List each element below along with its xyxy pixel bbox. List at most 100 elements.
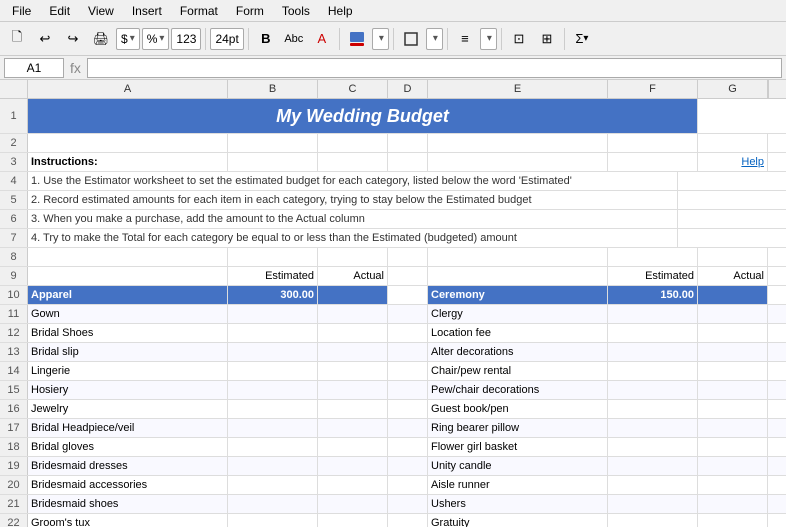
cell-21C[interactable] (318, 495, 388, 513)
cell-13D[interactable] (388, 343, 428, 361)
cell-13B[interactable] (228, 343, 318, 361)
cell-10B[interactable]: 300.00 (228, 286, 318, 304)
cell-11B[interactable] (228, 305, 318, 323)
cell-9G[interactable]: Actual (698, 267, 768, 285)
cell-12B[interactable] (228, 324, 318, 342)
cell-3D[interactable] (388, 153, 428, 171)
cell-18C[interactable] (318, 438, 388, 456)
border-dropdown[interactable]: ▾ (426, 28, 443, 50)
cell-18A[interactable]: Bridal gloves (28, 438, 228, 456)
menu-edit[interactable]: Edit (41, 2, 78, 20)
align-button[interactable]: ≡ (452, 26, 478, 52)
cell-18B[interactable] (228, 438, 318, 456)
cell-8C[interactable] (318, 248, 388, 266)
cell-3A[interactable]: Instructions: (28, 153, 228, 171)
cell-21G[interactable] (698, 495, 768, 513)
cell-9F[interactable]: Estimated (608, 267, 698, 285)
cell-12G[interactable] (698, 324, 768, 342)
cell-3F[interactable] (608, 153, 698, 171)
cell-19D[interactable] (388, 457, 428, 475)
cell-11C[interactable] (318, 305, 388, 323)
cell-22C[interactable] (318, 514, 388, 527)
col-header-G[interactable]: G (698, 80, 768, 98)
cell-10G[interactable] (698, 286, 768, 304)
cell-4A[interactable]: 1. Use the Estimator worksheet to set th… (28, 172, 678, 190)
cell-13E[interactable]: Alter decorations (428, 343, 608, 361)
cell-17G[interactable] (698, 419, 768, 437)
cell-11E[interactable]: Clergy (428, 305, 608, 323)
cell-9C[interactable]: Actual (318, 267, 388, 285)
cell-14A[interactable]: Lingerie (28, 362, 228, 380)
cell-2E[interactable] (428, 134, 608, 152)
cell-15C[interactable] (318, 381, 388, 399)
cell-10A[interactable]: Apparel (28, 286, 228, 304)
cell-3E[interactable] (428, 153, 608, 171)
cell-6A[interactable]: 3. When you make a purchase, add the amo… (28, 210, 678, 228)
cell-17F[interactable] (608, 419, 698, 437)
cell-18F[interactable] (608, 438, 698, 456)
formula-input[interactable] (87, 58, 782, 78)
cell-reference-box[interactable]: A1 (4, 58, 64, 78)
wrap-button[interactable]: ⊡ (506, 26, 532, 52)
cell-17E[interactable]: Ring bearer pillow (428, 419, 608, 437)
cell-11F[interactable] (608, 305, 698, 323)
cell-8E[interactable] (428, 248, 608, 266)
cell-9B[interactable]: Estimated (228, 267, 318, 285)
cell-12D[interactable] (388, 324, 428, 342)
cell-20G[interactable] (698, 476, 768, 494)
col-header-C[interactable]: C (318, 80, 388, 98)
cell-16E[interactable]: Guest book/pen (428, 400, 608, 418)
cell-15D[interactable] (388, 381, 428, 399)
cell-13G[interactable] (698, 343, 768, 361)
cell-21E[interactable]: Ushers (428, 495, 608, 513)
cell-17A[interactable]: Bridal Headpiece/veil (28, 419, 228, 437)
cell-12E[interactable]: Location fee (428, 324, 608, 342)
cell-20F[interactable] (608, 476, 698, 494)
cell-14G[interactable] (698, 362, 768, 380)
currency-dropdown[interactable]: $ ▾ (116, 28, 140, 50)
new-button[interactable]: 🗋 (4, 26, 30, 52)
cell-19C[interactable] (318, 457, 388, 475)
cell-2F[interactable] (608, 134, 698, 152)
cell-15A[interactable]: Hosiery (28, 381, 228, 399)
format-dropdown[interactable]: 123 (171, 28, 201, 50)
border-button[interactable] (398, 26, 424, 52)
cell-16B[interactable] (228, 400, 318, 418)
font-color-button[interactable]: A (309, 26, 335, 52)
col-header-A[interactable]: A (28, 80, 228, 98)
col-header-F[interactable]: F (608, 80, 698, 98)
cell-2D[interactable] (388, 134, 428, 152)
cell-21D[interactable] (388, 495, 428, 513)
cell-13A[interactable]: Bridal slip (28, 343, 228, 361)
cell-22D[interactable] (388, 514, 428, 527)
cell-3G[interactable]: Help (698, 153, 768, 171)
cell-2B[interactable] (228, 134, 318, 152)
rows-container[interactable]: 1 My Wedding Budget 2 3 Instructions: He… (0, 99, 786, 527)
cell-10D[interactable] (388, 286, 428, 304)
cell-15E[interactable]: Pew/chair decorations (428, 381, 608, 399)
cell-2G[interactable] (698, 134, 768, 152)
cell-11G[interactable] (698, 305, 768, 323)
cell-9E[interactable] (428, 267, 608, 285)
cell-22A[interactable]: Groom's tux (28, 514, 228, 527)
cell-14D[interactable] (388, 362, 428, 380)
cell-12C[interactable] (318, 324, 388, 342)
redo-button[interactable]: ↪ (60, 26, 86, 52)
bold-button[interactable]: B (253, 26, 279, 52)
cell-8F[interactable] (608, 248, 698, 266)
cell-2A[interactable] (28, 134, 228, 152)
cell-21B[interactable] (228, 495, 318, 513)
cell-13C[interactable] (318, 343, 388, 361)
cell-19G[interactable] (698, 457, 768, 475)
cell-12F[interactable] (608, 324, 698, 342)
cell-13F[interactable] (608, 343, 698, 361)
cell-16G[interactable] (698, 400, 768, 418)
cell-5A[interactable]: 2. Record estimated amounts for each ite… (28, 191, 678, 209)
menu-view[interactable]: View (80, 2, 122, 20)
cell-9D[interactable] (388, 267, 428, 285)
cell-22B[interactable] (228, 514, 318, 527)
cell-3B[interactable] (228, 153, 318, 171)
cell-8D[interactable] (388, 248, 428, 266)
cell-20B[interactable] (228, 476, 318, 494)
cell-18G[interactable] (698, 438, 768, 456)
